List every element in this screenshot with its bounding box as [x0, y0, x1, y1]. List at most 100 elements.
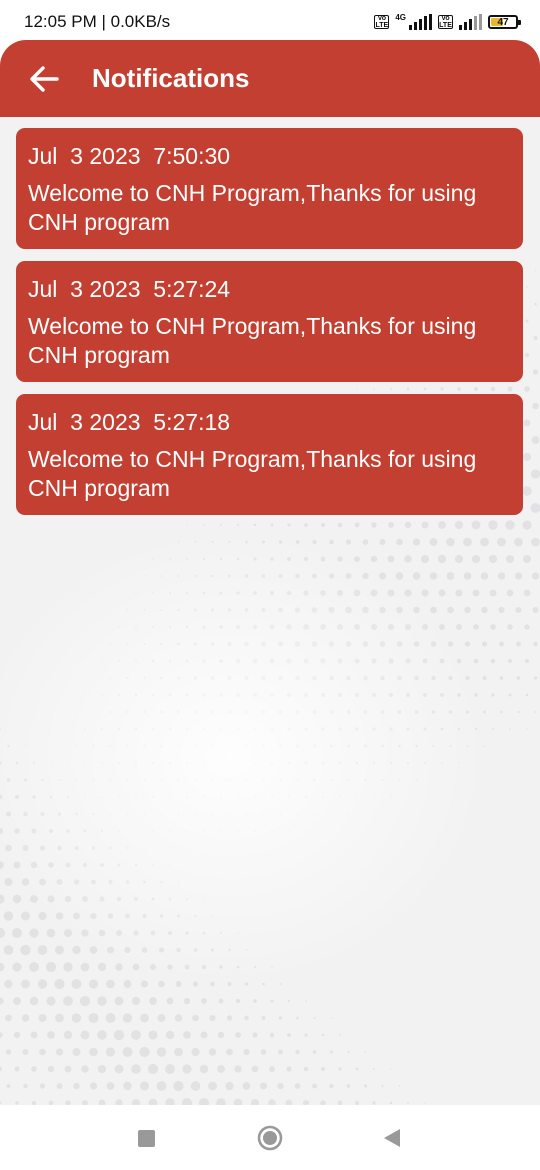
- halftone-dot: [396, 538, 403, 546]
- halftone-dot: [192, 1014, 199, 1022]
- halftone-dot: [4, 979, 13, 989]
- halftone-dot: [447, 606, 454, 614]
- halftone-dot: [106, 1082, 115, 1090]
- halftone-dot: [421, 589, 429, 597]
- halftone-dot: [278, 1049, 283, 1055]
- halftone-dot: [525, 693, 529, 697]
- halftone-dot: [242, 1082, 251, 1090]
- halftone-dot: [472, 589, 480, 597]
- halftone-dot: [437, 554, 447, 564]
- halftone-dot: [123, 1081, 132, 1091]
- halftone-dot: [38, 1013, 47, 1023]
- halftone-dot: [97, 996, 107, 1006]
- halftone-dot: [208, 1081, 217, 1091]
- halftone-dot: [480, 537, 489, 547]
- halftone-dot: [488, 520, 498, 530]
- halftone-dot: [532, 607, 539, 613]
- halftone-dot: [29, 996, 39, 1006]
- halftone-dot: [389, 1101, 393, 1105]
- halftone-dot: [79, 995, 91, 1007]
- halftone-dot: [473, 658, 479, 664]
- halftone-dot: [139, 1046, 150, 1058]
- halftone-dot: [516, 641, 521, 647]
- halftone-dot: [165, 1064, 175, 1074]
- notification-card[interactable]: Jul 3 2023 7:50:30 Welcome to CNH Progra…: [16, 128, 523, 249]
- halftone-dot: [498, 606, 505, 614]
- halftone-dot: [534, 711, 537, 713]
- halftone-dot: [72, 945, 81, 955]
- halftone-dot: [123, 980, 132, 988]
- page-title: Notifications: [92, 63, 250, 93]
- halftone-dot: [226, 1048, 233, 1056]
- halftone-dot: [429, 572, 438, 580]
- halftone-dot: [388, 522, 394, 528]
- halftone-dot: [471, 520, 481, 530]
- status-icons: Vo LTE 4G Vo LTE 47: [374, 12, 521, 30]
- halftone-dot: [220, 524, 222, 526]
- halftone-dot: [114, 996, 124, 1006]
- back-button[interactable]: [14, 49, 74, 109]
- halftone-dot: [446, 572, 455, 580]
- home-button[interactable]: [257, 1125, 283, 1151]
- halftone-dot: [490, 658, 496, 664]
- halftone-dot: [295, 1049, 300, 1055]
- halftone-dot: [424, 1102, 426, 1104]
- halftone-dot: [89, 1082, 98, 1090]
- halftone-dot: [140, 980, 149, 988]
- system-back-button[interactable]: [382, 1128, 402, 1148]
- halftone-dot: [13, 997, 21, 1005]
- halftone-dot: [186, 524, 188, 526]
- halftone-dot: [370, 555, 378, 563]
- halftone-dot: [203, 524, 205, 526]
- halftone-dot: [251, 1065, 259, 1073]
- halftone-dot: [269, 1032, 275, 1038]
- halftone-dot: [531, 537, 540, 547]
- halftone-dot: [131, 1064, 141, 1074]
- halftone-dot: [311, 1083, 318, 1089]
- halftone-dot: [244, 1015, 249, 1021]
- halftone-dot: [236, 523, 240, 527]
- halftone-dot: [320, 522, 326, 528]
- halftone-dot: [259, 1082, 268, 1090]
- halftone-dot: [287, 999, 291, 1003]
- halftone-dot: [355, 1067, 359, 1071]
- halftone-dot: [114, 1064, 124, 1074]
- halftone-dot: [174, 1014, 183, 1022]
- halftone-dot: [80, 962, 90, 972]
- halftone-dot: [497, 537, 506, 547]
- halftone-dot: [30, 1031, 38, 1039]
- halftone-dot: [217, 1031, 225, 1039]
- halftone-dot: [3, 911, 14, 921]
- halftone-dot: [499, 641, 504, 647]
- halftone-dot: [191, 1047, 200, 1057]
- halftone-dot: [481, 606, 488, 614]
- halftone-dot: [39, 1083, 46, 1089]
- halftone-dot: [235, 998, 241, 1004]
- halftone-dot: [321, 1067, 325, 1071]
- recents-button[interactable]: [136, 1128, 156, 1148]
- halftone-dot: [500, 710, 503, 714]
- notification-card[interactable]: Jul 3 2023 5:27:18 Welcome to CNH Progra…: [16, 394, 523, 515]
- halftone-dot: [313, 1016, 316, 1020]
- halftone-dot: [278, 1016, 283, 1020]
- halftone-dot: [183, 1031, 191, 1039]
- halftone-dot: [387, 555, 395, 563]
- halftone-dot: [489, 589, 497, 597]
- halftone-dot: [182, 1064, 192, 1074]
- battery-level: 47: [497, 16, 509, 28]
- notification-list: Jul 3 2023 7:50:30 Welcome to CNH Progra…: [0, 117, 540, 515]
- halftone-dot: [514, 572, 523, 580]
- halftone-dot: [55, 1013, 64, 1023]
- halftone-dot: [56, 1083, 63, 1089]
- notification-date: Jul 3 2023 7:50:30: [28, 143, 231, 169]
- halftone-dot: [507, 658, 513, 664]
- network-type-label: 4G: [395, 12, 406, 22]
- halftone-dot: [420, 554, 430, 564]
- circle-icon: [257, 1125, 283, 1151]
- halftone-dot: [234, 1065, 242, 1073]
- halftone-dot: [29, 928, 39, 938]
- notification-card[interactable]: Jul 3 2023 5:27:24 Welcome to CNH Progra…: [16, 261, 523, 382]
- halftone-dot: [404, 521, 412, 529]
- halftone-dot: [371, 522, 377, 528]
- halftone-dot: [522, 520, 532, 530]
